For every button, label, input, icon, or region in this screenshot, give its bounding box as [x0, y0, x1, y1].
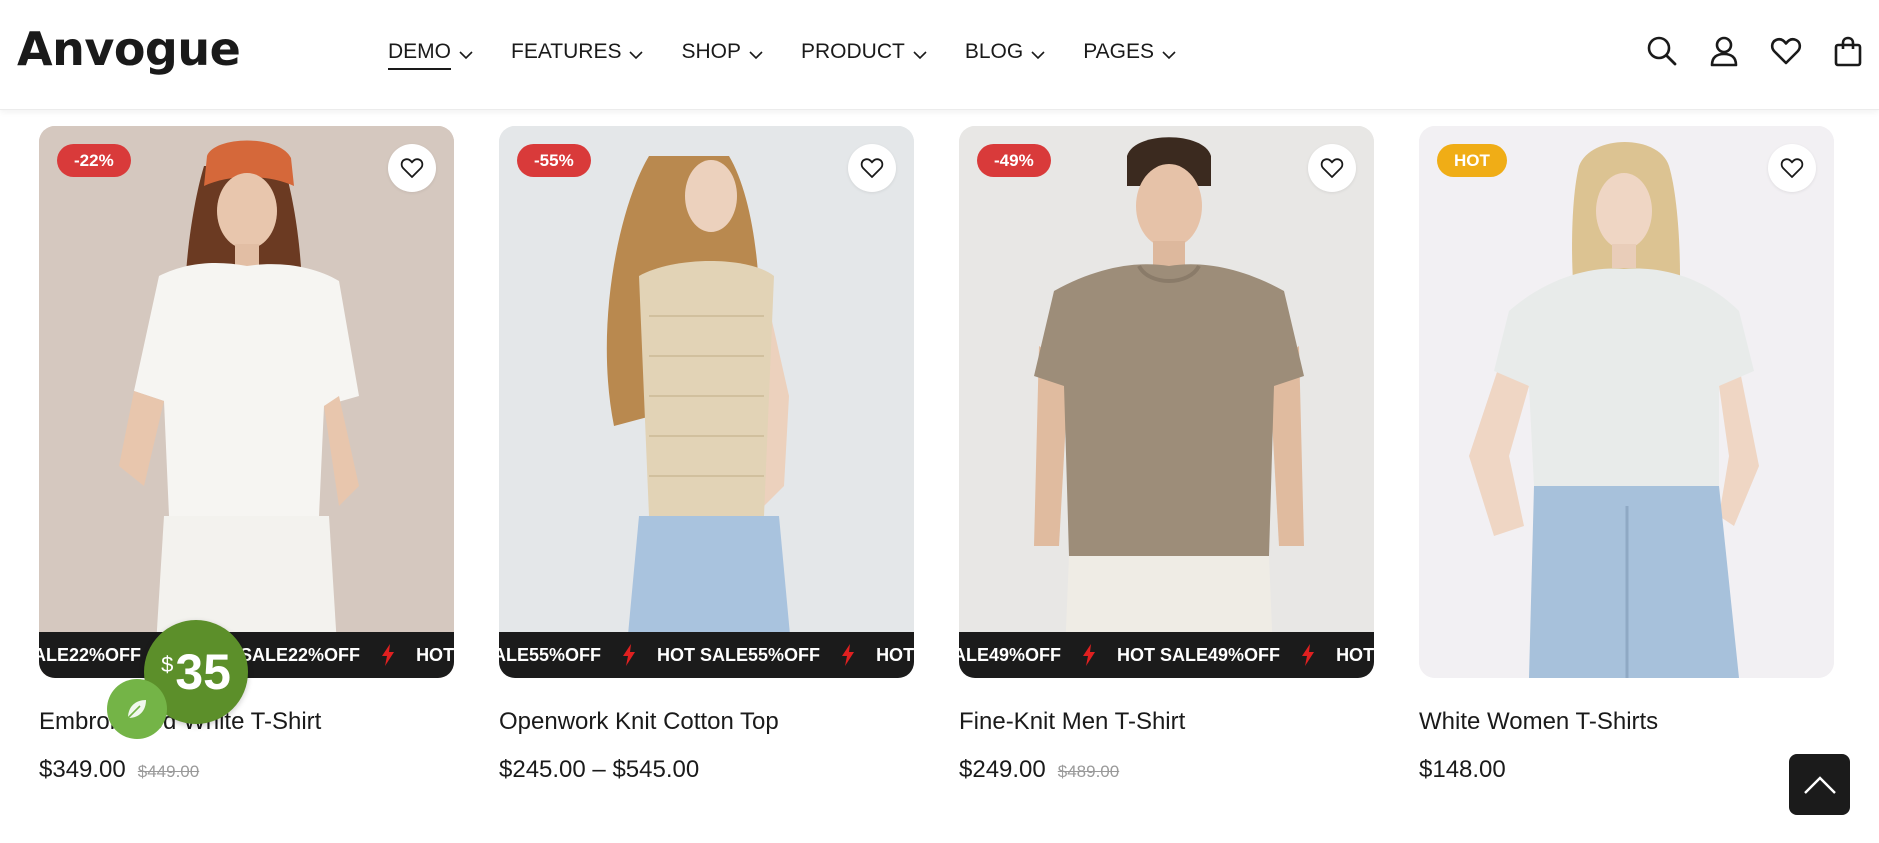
product-card[interactable]: -55% ALE55%OFF HOT SALE55%OFF HOT S Open… — [499, 126, 914, 784]
ticker-text: ALE55%OFF — [499, 644, 602, 665]
ticker-text: HOT S — [1336, 644, 1374, 665]
nav-item-demo[interactable]: DEMO — [388, 40, 473, 70]
chevron-down-icon — [749, 51, 763, 60]
promo-currency: $ — [161, 652, 174, 677]
nav-item-pages[interactable]: PAGES — [1083, 40, 1176, 70]
discount-badge: -22% — [57, 144, 131, 177]
chevron-down-icon — [1162, 51, 1176, 60]
heart-icon — [860, 158, 884, 178]
nav-label: FEATURES — [511, 40, 622, 63]
site-logo[interactable]: Anvogue — [17, 22, 241, 76]
product-card[interactable]: HOT White Women T-Shirts $148.00 — [1419, 126, 1834, 784]
search-icon[interactable] — [1645, 34, 1679, 68]
chevron-down-icon — [913, 51, 927, 60]
lightning-icon — [1300, 644, 1316, 666]
product-photo — [1419, 126, 1834, 678]
original-price: $449.00 — [137, 762, 200, 781]
product-price: $148.00 — [1419, 756, 1506, 783]
discount-badge: -49% — [977, 144, 1051, 177]
original-price: $489.00 — [1057, 762, 1120, 781]
product-image[interactable]: HOT — [1419, 126, 1834, 678]
product-image[interactable]: -49% ALE49%OFF HOT SALE49%OFF HOT S — [959, 126, 1374, 678]
sale-ticker: ALE49%OFF HOT SALE49%OFF HOT S — [959, 632, 1374, 678]
product-price: $249.00 — [959, 756, 1046, 783]
price-row: $249.00 $489.00 — [959, 756, 1374, 784]
nav-label: DEMO — [388, 40, 451, 70]
lightning-icon — [1081, 644, 1097, 666]
nav-label: PAGES — [1083, 40, 1154, 63]
ticker-text: HOT S — [876, 644, 914, 665]
product-card[interactable]: -49% ALE49%OFF HOT SALE49%OFF HOT S Fine… — [959, 126, 1374, 784]
heart-icon — [1320, 158, 1344, 178]
back-to-top-button[interactable] — [1789, 754, 1850, 815]
nav-item-blog[interactable]: BLOG — [965, 40, 1045, 70]
product-image[interactable]: -22% ALE22%OFF HOT SALE22%OFF HOT S — [39, 126, 454, 678]
chevron-down-icon — [629, 51, 644, 60]
ticker-text: HOT SALE55%OFF — [657, 644, 821, 665]
chevron-down-icon — [459, 51, 473, 60]
price-row: $148.00 — [1419, 756, 1834, 784]
wishlist-button[interactable] — [1768, 144, 1816, 192]
nav-item-product[interactable]: PRODUCT — [801, 40, 927, 70]
nav-label: SHOP — [681, 40, 741, 63]
ticker-text: HOT SALE49%OFF — [1117, 644, 1281, 665]
shopping-bag-icon[interactable] — [1831, 34, 1865, 68]
nav-item-features[interactable]: FEATURES — [511, 40, 644, 70]
promo-amount: 35 — [175, 644, 231, 700]
product-title[interactable]: Embroidered White T-Shirt — [39, 708, 454, 736]
heart-icon[interactable] — [1769, 34, 1803, 68]
heart-icon — [400, 158, 424, 178]
wishlist-button[interactable] — [1308, 144, 1356, 192]
price-row: $349.00 $449.00 — [39, 756, 454, 784]
product-price: $349.00 — [39, 756, 126, 783]
price-row: $245.00 – $545.00 — [499, 756, 914, 784]
product-photo — [499, 126, 914, 678]
lightning-icon — [840, 644, 856, 666]
chevron-down-icon — [1031, 51, 1045, 60]
nav-label: PRODUCT — [800, 40, 905, 63]
nav-item-shop[interactable]: SHOP — [681, 40, 763, 70]
product-title[interactable]: Fine-Knit Men T-Shirt — [959, 708, 1374, 736]
product-photo — [39, 126, 454, 678]
ticker-text: ALE49%OFF — [959, 644, 1062, 665]
product-grid: -22% ALE22%OFF HOT SALE22%OFF HOT S Embr… — [39, 126, 1834, 784]
heart-icon — [1780, 158, 1804, 178]
product-photo — [959, 126, 1374, 678]
wishlist-button[interactable] — [388, 144, 436, 192]
header-actions — [1617, 34, 1879, 68]
lightning-icon — [380, 644, 396, 666]
main-nav: DEMO FEATURES SHOP PRODUCT BLOG PAGES — [388, 40, 1214, 70]
product-title[interactable]: White Women T-Shirts — [1419, 708, 1834, 736]
site-header: Anvogue DEMO FEATURES SHOP PRODUCT BLOG … — [0, 0, 1879, 110]
leaf-icon — [127, 700, 146, 719]
leaf-widget-button[interactable] — [107, 679, 167, 739]
product-card[interactable]: -22% ALE22%OFF HOT SALE22%OFF HOT S Embr… — [39, 126, 454, 784]
wishlist-button[interactable] — [848, 144, 896, 192]
sale-ticker: ALE55%OFF HOT SALE55%OFF HOT S — [499, 632, 914, 678]
ticker-text: HOT S — [416, 644, 454, 665]
nav-label: BLOG — [964, 40, 1024, 63]
hot-badge: HOT — [1437, 144, 1507, 177]
chevron-up-icon — [1803, 775, 1836, 794]
product-image[interactable]: -55% ALE55%OFF HOT SALE55%OFF HOT S — [499, 126, 914, 678]
user-icon[interactable] — [1707, 34, 1741, 68]
discount-badge: -55% — [517, 144, 591, 177]
product-title[interactable]: Openwork Knit Cotton Top — [499, 708, 914, 736]
lightning-icon — [621, 644, 637, 666]
ticker-text: ALE22%OFF — [39, 644, 142, 665]
product-price: $245.00 – $545.00 — [499, 756, 700, 783]
